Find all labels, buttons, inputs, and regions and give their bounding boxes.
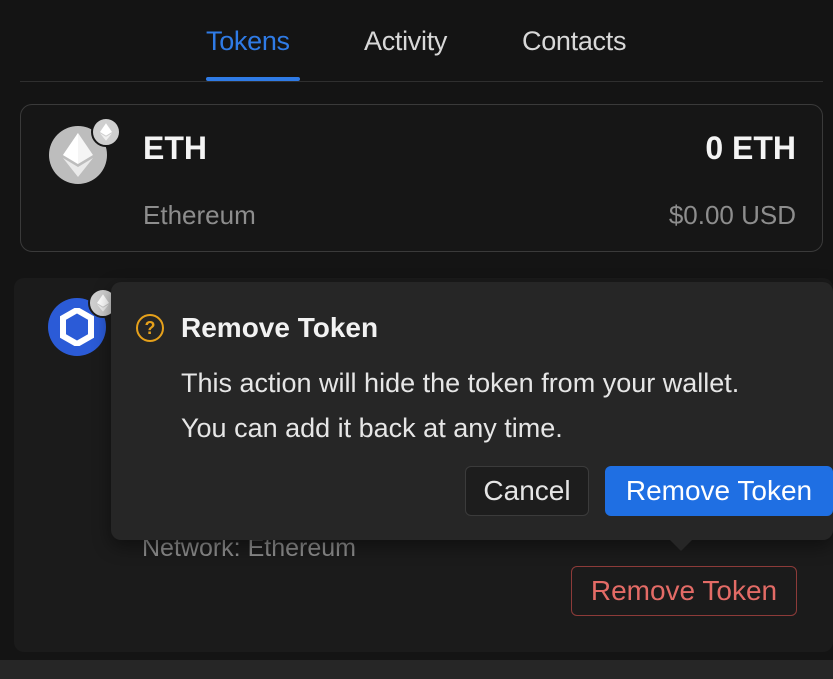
popover-title: Remove Token (181, 312, 379, 343)
token-symbol: ETH (143, 130, 207, 166)
popover-message-line1: This action will hide the token from you… (181, 368, 740, 398)
token-balance: 0 ETH (705, 130, 796, 166)
popover-message-line2: You can add it back at any time. (181, 413, 563, 443)
remove-token-popover: ? Remove Token This action will hide the… (111, 282, 833, 551)
bottom-divider (0, 660, 833, 679)
tab-activity[interactable]: Activity (364, 26, 447, 57)
token-card-eth[interactable]: ETH 0 ETH Ethereum $0.00 USD (20, 104, 823, 252)
tab-tokens[interactable]: Tokens (206, 26, 290, 57)
token-name: Ethereum (143, 200, 256, 230)
token-usd-value: $0.00 USD (668, 200, 796, 230)
cancel-button[interactable]: Cancel (465, 466, 589, 516)
tab-contacts[interactable]: Contacts (522, 26, 626, 57)
ethereum-network-icon (91, 117, 121, 147)
question-icon: ? (136, 314, 164, 342)
remove-token-button[interactable]: Remove Token (571, 566, 797, 616)
active-tab-indicator (206, 77, 300, 81)
popover-arrow (669, 539, 693, 551)
tab-bar: Tokens Activity Contacts (20, 0, 823, 82)
confirm-remove-token-button[interactable]: Remove Token (605, 466, 833, 516)
